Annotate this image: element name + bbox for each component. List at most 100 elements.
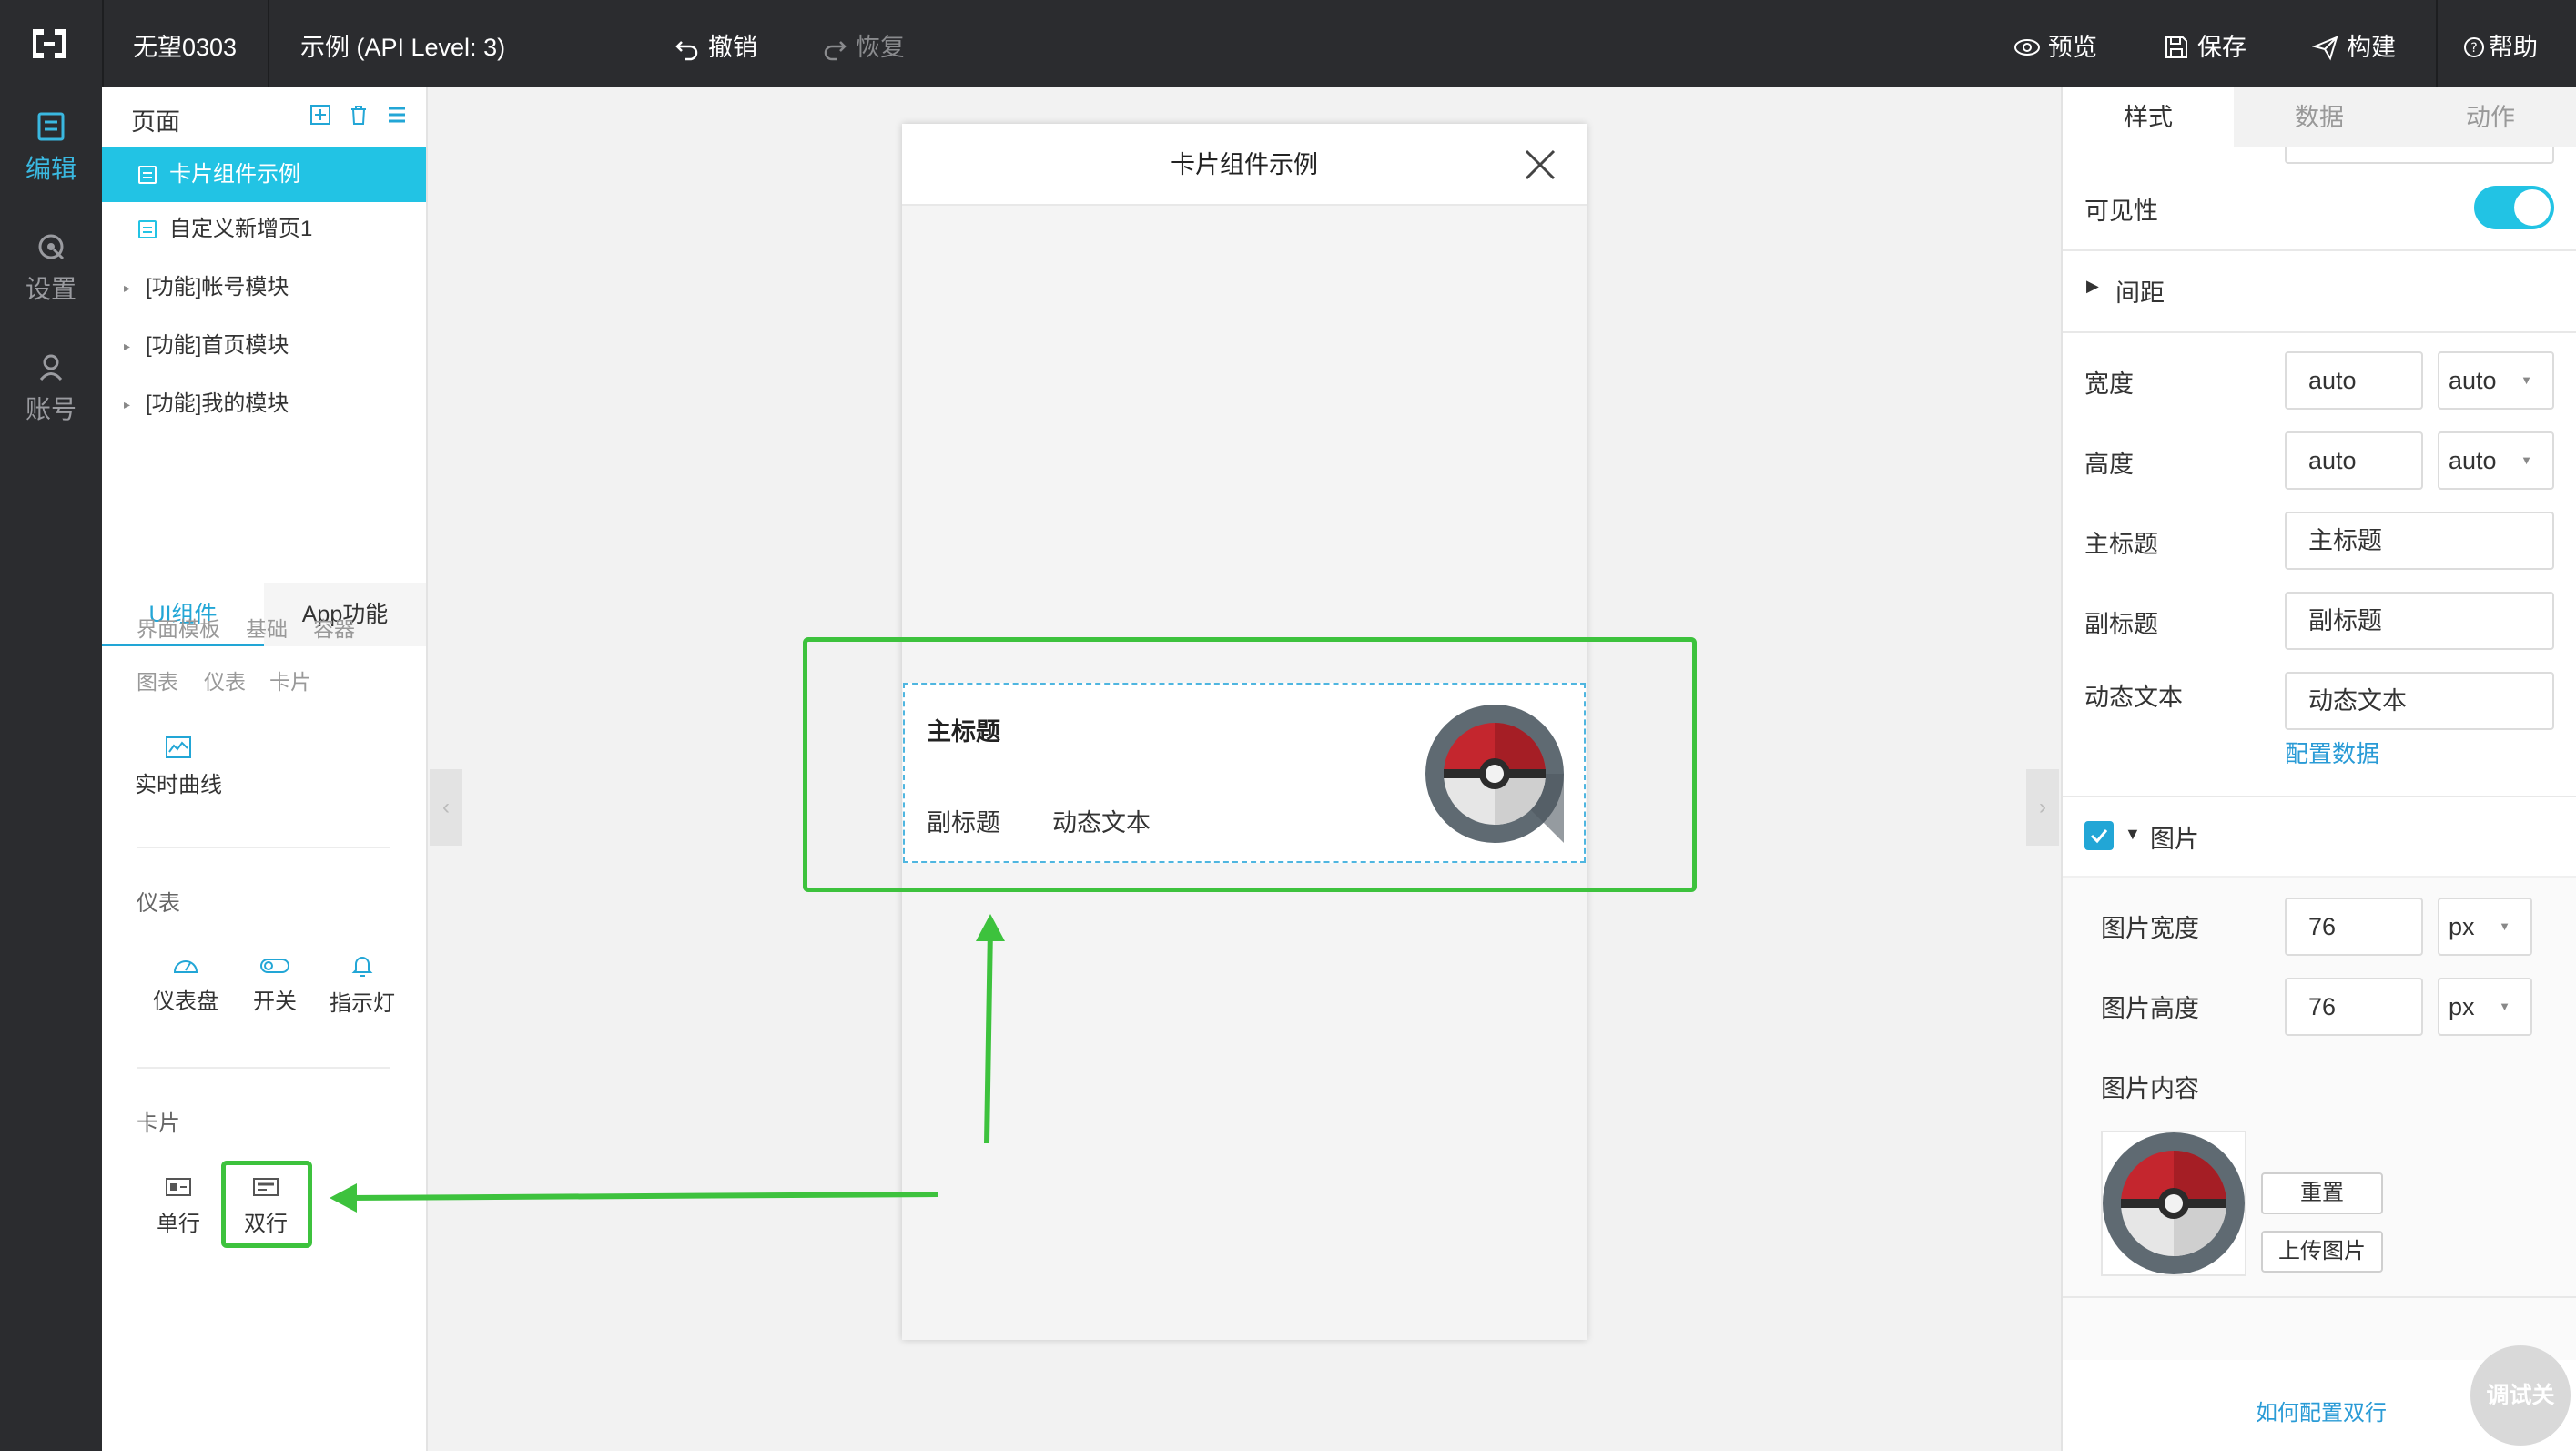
image-content-label: 图片内容 [2101, 1075, 2199, 1102]
page-item-account-module[interactable]: ▸ [功能]帐号模块 [102, 260, 426, 315]
tab-style[interactable]: 样式 [2063, 87, 2234, 147]
bell-icon [351, 957, 373, 977]
image-height-unit-select[interactable]: px [2438, 978, 2532, 1036]
reset-image-button[interactable]: 重置 [2261, 1172, 2383, 1214]
redo-button[interactable]: 恢复 [821, 27, 905, 63]
widget-switch[interactable]: 开关 [238, 954, 311, 1015]
toggle-knob [2514, 189, 2551, 226]
page-item-label: [功能]帐号模块 [146, 275, 289, 299]
visibility-label: 可见性 [2084, 198, 2158, 225]
pages-header: 页面 [131, 108, 180, 136]
page-item-label: [功能]首页模块 [146, 333, 289, 358]
help-config-link[interactable]: 如何配置双行 [2256, 1395, 2387, 1426]
top-bar: 无望0303 示例 (API Level: 3) 撤销 恢复 预览 保存 构建 … [0, 0, 2576, 87]
width-input[interactable]: auto [2285, 351, 2423, 410]
widget-single-row[interactable]: 单行 [142, 1176, 215, 1237]
page-item-label: 自定义新增页1 [169, 217, 313, 241]
help-icon: ? [2464, 37, 2484, 57]
config-data-link[interactable]: 配置数据 [2285, 736, 2379, 769]
image-width-label: 图片宽度 [2101, 915, 2199, 942]
page-item-label: 卡片组件示例 [169, 162, 300, 187]
scrolled-input-edge [2285, 147, 2554, 164]
left-nav: 编辑 设置 账号 [0, 87, 102, 1451]
page-item-card-demo[interactable]: 卡片组件示例 [102, 147, 426, 202]
caret-right-icon: ▸ [124, 280, 131, 295]
caret-right-icon: ▸ [124, 397, 131, 411]
save-icon [2165, 36, 2187, 58]
visibility-toggle[interactable] [2474, 186, 2554, 229]
widget-dashboard[interactable]: 仪表盘 [140, 954, 231, 1015]
height-unit-select[interactable]: auto [2438, 431, 2554, 490]
menu-icon[interactable] [386, 104, 408, 126]
widget-label: 指示灯 [330, 991, 395, 1016]
redo-icon [824, 41, 847, 61]
category-container[interactable]: 容器 [313, 612, 355, 643]
widget-realtime-curve[interactable]: 实时曲线 [133, 736, 224, 798]
collapse-image-icon[interactable]: ▼ [2125, 825, 2141, 844]
expand-spacing-icon[interactable]: ▶ [2086, 277, 2099, 296]
send-icon [2312, 36, 2338, 61]
help-button[interactable]: ? 帮助 [2463, 27, 2538, 63]
dynamic-text-input[interactable]: 动态文本 [2285, 672, 2554, 730]
spacing-label[interactable]: 间距 [2115, 273, 2165, 309]
edit-icon [37, 112, 65, 141]
redo-label: 恢复 [856, 34, 905, 61]
separator [268, 0, 269, 87]
divider [2063, 331, 2576, 333]
category-gauge[interactable]: 仪表 [204, 665, 246, 695]
eye-icon [2014, 39, 2040, 56]
left-collapse-handle[interactable]: ‹ [430, 769, 462, 846]
toggle-icon [260, 959, 289, 973]
category-card[interactable]: 卡片 [269, 665, 311, 695]
save-button[interactable]: 保存 [2163, 27, 2246, 63]
nav-settings[interactable]: 设置 [0, 231, 102, 340]
image-height-label: 图片高度 [2101, 995, 2199, 1022]
width-unit-select[interactable]: auto [2438, 351, 2554, 410]
widget-label: 单行 [157, 1212, 200, 1236]
chart-icon [166, 736, 191, 758]
build-button[interactable]: 构建 [2312, 27, 2396, 63]
tab-data[interactable]: 数据 [2234, 87, 2405, 147]
debug-toggle-button[interactable]: 调试关 [2470, 1345, 2571, 1446]
close-icon[interactable] [1523, 147, 1557, 182]
right-collapse-handle[interactable]: › [2026, 769, 2059, 846]
category-basic[interactable]: 基础 [246, 612, 288, 643]
image-width-input[interactable]: 76 [2285, 898, 2423, 956]
category-templates[interactable]: 界面模板 [137, 612, 220, 643]
pokeball-image [2103, 1132, 2245, 1274]
widget-label: 仪表盘 [153, 989, 218, 1014]
app-title: 示例 (API Level: 3) [300, 34, 506, 61]
nav-settings-label: 设置 [25, 275, 76, 303]
image-height-input[interactable]: 76 [2285, 978, 2423, 1036]
image-section-label: 图片 [2150, 826, 2199, 853]
logo-icon [33, 29, 66, 58]
upload-image-button[interactable]: 上传图片 [2261, 1231, 2383, 1273]
preview-label: 预览 [2048, 34, 2097, 61]
category-chart[interactable]: 图表 [137, 665, 178, 695]
tab-action[interactable]: 动作 [2405, 87, 2576, 147]
page-item-custom[interactable]: 自定义新增页1 [102, 202, 426, 257]
page-item-my-module[interactable]: ▸ [功能]我的模块 [102, 377, 426, 431]
add-page-icon[interactable] [309, 104, 331, 126]
gauge-icon [173, 960, 198, 973]
nav-account[interactable]: 账号 [0, 351, 102, 461]
height-input[interactable]: auto [2285, 431, 2423, 490]
undo-label: 撤销 [708, 34, 757, 61]
highlight-double-row [221, 1161, 312, 1248]
image-checkbox[interactable] [2084, 821, 2114, 850]
project-name[interactable]: 无望0303 [133, 27, 237, 63]
undo-button[interactable]: 撤销 [674, 27, 757, 63]
page-item-home-module[interactable]: ▸ [功能]首页模块 [102, 319, 426, 373]
widget-indicator[interactable]: 指示灯 [317, 954, 408, 1017]
title-input[interactable]: 主标题 [2285, 512, 2554, 570]
subtitle-input[interactable]: 副标题 [2285, 592, 2554, 650]
page-title: 卡片组件示例 [1171, 151, 1318, 178]
save-label: 保存 [2197, 34, 2246, 61]
build-label: 构建 [2347, 34, 2396, 61]
preview-button[interactable]: 预览 [2013, 27, 2097, 63]
page-icon [138, 220, 157, 238]
nav-edit[interactable]: 编辑 [0, 111, 102, 220]
image-width-unit-select[interactable]: px [2438, 898, 2532, 956]
height-label: 高度 [2084, 451, 2134, 478]
delete-page-icon[interactable] [348, 104, 370, 126]
